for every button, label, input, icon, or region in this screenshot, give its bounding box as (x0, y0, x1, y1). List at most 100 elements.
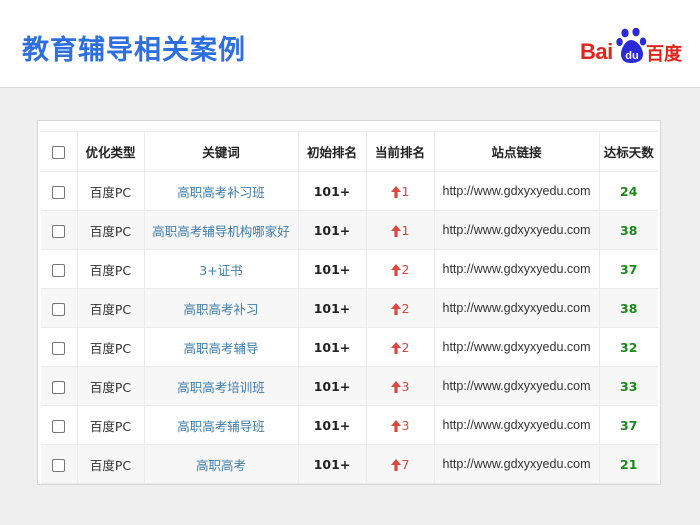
current-rank: 3 (401, 417, 410, 433)
header: 教育辅导相关案例 Bai du 百度 (0, 0, 700, 88)
table-row: 百度PC 高职高考辅导 101+ 2 http://www.gdxyxyedu.com 3… (41, 327, 658, 367)
column-header-initial-rank: 初始排名 (298, 131, 367, 172)
table-row: 百度PC 高职高考 101+ 7 http://www.gdxyxyedu.com 21 (41, 444, 658, 484)
table-header-row: 优化类型 关键词 初始排名 当前排名 站点链接 达标天数 (41, 131, 658, 172)
optimization-type: 百度PC (77, 171, 145, 211)
keyword-link[interactable]: 高职高考辅导 (144, 327, 299, 367)
optimization-type: 百度PC (77, 444, 145, 484)
row-checkbox[interactable] (52, 185, 66, 199)
site-link[interactable]: http://www.gdxyxyedu.com (434, 288, 600, 328)
days-to-target: 38 (599, 210, 658, 250)
initial-rank: 101+ (298, 366, 367, 406)
current-rank: 7 (401, 456, 410, 472)
case-table: 优化类型 关键词 初始排名 当前排名 站点链接 达标天数 百度PC 高职高考补习班… (41, 131, 658, 484)
arrow-up-icon (390, 224, 401, 237)
row-checkbox[interactable] (52, 341, 66, 355)
site-link[interactable]: http://www.gdxyxyedu.com (434, 366, 600, 406)
keyword-link[interactable]: 高职高考补习 (144, 288, 299, 328)
initial-rank: 101+ (298, 327, 367, 367)
current-rank: 2 (401, 261, 410, 277)
keyword-link[interactable]: 高职高考辅导机构哪家好 (144, 210, 299, 250)
days-to-target: 24 (599, 171, 658, 211)
days-to-target: 38 (599, 288, 658, 328)
days-to-target: 32 (599, 327, 658, 367)
current-rank-cell: 2 (366, 288, 435, 328)
column-header-days: 达标天数 (599, 131, 658, 172)
arrow-up-icon (390, 380, 401, 393)
optimization-type: 百度PC (77, 249, 145, 289)
table-row: 百度PC 高职高考培训班 101+ 3 http://www.gdxyxyedu.com… (41, 366, 658, 406)
table-row: 百度PC 高职高考补习 101+ 2 http://www.gdxyxyedu.com 3… (41, 288, 658, 328)
row-checkbox[interactable] (52, 224, 66, 238)
initial-rank: 101+ (298, 210, 367, 250)
initial-rank: 101+ (298, 249, 367, 289)
keyword-link[interactable]: 高职高考辅导班 (144, 405, 299, 445)
row-select-cell[interactable] (41, 249, 78, 289)
row-select-cell[interactable] (41, 405, 78, 445)
site-link[interactable]: http://www.gdxyxyedu.com (434, 210, 600, 250)
initial-rank: 101+ (298, 405, 367, 445)
select-all-checkbox[interactable] (52, 146, 66, 159)
row-checkbox[interactable] (52, 458, 66, 472)
site-link[interactable]: http://www.gdxyxyedu.com (434, 444, 600, 484)
column-header-keyword: 关键词 (144, 131, 299, 172)
current-rank: 1 (401, 222, 410, 238)
site-link[interactable]: http://www.gdxyxyedu.com (434, 249, 600, 289)
table-row: 百度PC 高职高考辅导班 101+ 3 http://www.gdxyxyedu.com… (41, 405, 658, 445)
select-all-header[interactable] (41, 131, 78, 172)
keyword-link[interactable]: 高职高考培训班 (144, 366, 299, 406)
case-table-panel: 优化类型 关键词 初始排名 当前排名 站点链接 达标天数 百度PC 高职高考补习班… (37, 120, 661, 485)
arrow-up-icon (390, 419, 401, 432)
current-rank-cell: 2 (366, 327, 435, 367)
row-checkbox[interactable] (52, 419, 66, 433)
initial-rank: 101+ (298, 444, 367, 484)
row-select-cell[interactable] (41, 210, 78, 250)
arrow-up-icon (390, 263, 401, 276)
row-select-cell[interactable] (41, 171, 78, 211)
row-checkbox[interactable] (52, 263, 66, 277)
keyword-link[interactable]: 高职高考补习班 (144, 171, 299, 211)
row-select-cell[interactable] (41, 444, 78, 484)
optimization-type: 百度PC (77, 288, 145, 328)
days-to-target: 37 (599, 249, 658, 289)
logo-text-cn: 百度 (646, 44, 682, 65)
table-row: 百度PC 3+证书 101+ 2 http://www.gdxyxyedu.com 37 (41, 249, 658, 289)
column-header-current-rank: 当前排名 (366, 131, 435, 172)
days-to-target: 33 (599, 366, 658, 406)
site-link[interactable]: http://www.gdxyxyedu.com (434, 405, 600, 445)
site-link[interactable]: http://www.gdxyxyedu.com (434, 171, 600, 211)
arrow-up-icon (390, 458, 401, 471)
optimization-type: 百度PC (77, 405, 145, 445)
site-link[interactable]: http://www.gdxyxyedu.com (434, 327, 600, 367)
table-row: 百度PC 高职高考辅导机构哪家好 101+ 1 http://www.gdxyxyedu… (41, 210, 658, 250)
days-to-target: 37 (599, 405, 658, 445)
table-row: 百度PC 高职高考补习班 101+ 1 http://www.gdxyxyedu.com… (41, 171, 658, 211)
optimization-type: 百度PC (77, 366, 145, 406)
initial-rank: 101+ (298, 288, 367, 328)
initial-rank: 101+ (298, 171, 367, 211)
current-rank: 2 (401, 339, 410, 355)
optimization-type: 百度PC (77, 210, 145, 250)
row-select-cell[interactable] (41, 327, 78, 367)
optimization-type: 百度PC (77, 327, 145, 367)
days-to-target: 21 (599, 444, 658, 484)
current-rank-cell: 2 (366, 249, 435, 289)
current-rank-cell: 3 (366, 366, 435, 406)
arrow-up-icon (390, 302, 401, 315)
current-rank-cell: 3 (366, 405, 435, 445)
logo-text-paw: du (625, 50, 638, 62)
row-select-cell[interactable] (41, 288, 78, 328)
current-rank-cell: 7 (366, 444, 435, 484)
row-checkbox[interactable] (52, 302, 66, 316)
arrow-up-icon (390, 185, 401, 198)
page-title: 教育辅导相关案例 (22, 35, 246, 66)
baidu-paw-icon: du (616, 28, 647, 63)
row-select-cell[interactable] (41, 366, 78, 406)
logo-text-latin: Bai (580, 39, 613, 64)
keyword-link[interactable]: 高职高考 (144, 444, 299, 484)
column-header-type: 优化类型 (77, 131, 145, 172)
row-checkbox[interactable] (52, 380, 66, 394)
current-rank-cell: 1 (366, 171, 435, 211)
keyword-link[interactable]: 3+证书 (144, 249, 299, 289)
current-rank: 3 (401, 378, 410, 394)
